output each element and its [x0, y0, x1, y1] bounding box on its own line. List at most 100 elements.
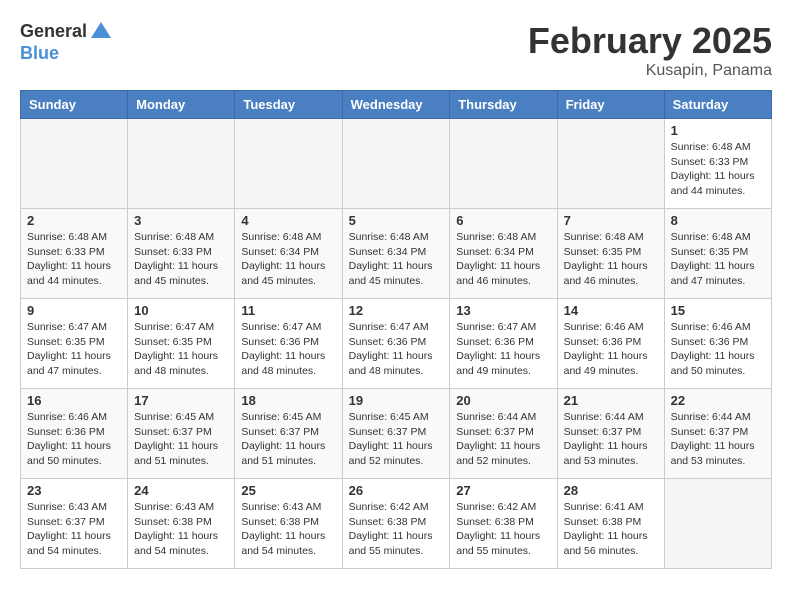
- day-info: Sunrise: 6:44 AM Sunset: 6:37 PM Dayligh…: [564, 410, 658, 469]
- day-info: Sunrise: 6:48 AM Sunset: 6:34 PM Dayligh…: [456, 230, 550, 289]
- calendar-cell: 18Sunrise: 6:45 AM Sunset: 6:37 PM Dayli…: [235, 389, 342, 479]
- day-number: 25: [241, 483, 335, 498]
- calendar-cell: 3 Sunrise: 6:48 AM Sunset: 6:33 PM Daylig…: [128, 209, 235, 299]
- calendar-cell: 23 Sunrise: 6:43 AM Sunset: 6:37 PM Dayli…: [21, 479, 128, 569]
- day-number: 26: [349, 483, 444, 498]
- day-info: Sunrise: 6:42 AM Sunset: 6:38 PM Dayligh…: [349, 500, 444, 559]
- day-number: 16: [27, 393, 121, 408]
- calendar-cell: 4Sunrise: 6:48 AM Sunset: 6:34 PM Daylig…: [235, 209, 342, 299]
- day-info: Sunrise: 6:46 AM Sunset: 6:36 PM Dayligh…: [671, 320, 765, 379]
- calendar-week-row: 23 Sunrise: 6:43 AM Sunset: 6:37 PM Dayli…: [21, 479, 772, 569]
- calendar-cell: [235, 119, 342, 209]
- calendar-subtitle: Kusapin, Panama: [528, 62, 772, 80]
- logo-blue-text: Blue: [20, 44, 113, 64]
- calendar-cell: 10Sunrise: 6:47 AM Sunset: 6:35 PM Dayli…: [128, 299, 235, 389]
- calendar-cell: 22 Sunrise: 6:44 AM Sunset: 6:37 PM Dayli…: [664, 389, 771, 479]
- day-info: Sunrise: 6:45 AM Sunset: 6:37 PM Dayligh…: [241, 410, 335, 469]
- day-info: Sunrise: 6:47 AM Sunset: 6:36 PM Dayligh…: [456, 320, 550, 379]
- calendar-cell: 6 Sunrise: 6:48 AM Sunset: 6:34 PM Daylig…: [450, 209, 557, 299]
- day-number: 5: [349, 213, 444, 228]
- calendar-cell: 12 Sunrise: 6:47 AM Sunset: 6:36 PM Dayli…: [342, 299, 450, 389]
- calendar-cell: 11Sunrise: 6:47 AM Sunset: 6:36 PM Dayli…: [235, 299, 342, 389]
- weekday-header-friday: Friday: [557, 91, 664, 119]
- day-number: 8: [671, 213, 765, 228]
- day-info: Sunrise: 6:45 AM Sunset: 6:37 PM Dayligh…: [134, 410, 228, 469]
- day-info: Sunrise: 6:44 AM Sunset: 6:37 PM Dayligh…: [671, 410, 765, 469]
- day-number: 14: [564, 303, 658, 318]
- calendar-cell: 20Sunrise: 6:44 AM Sunset: 6:37 PM Dayli…: [450, 389, 557, 479]
- day-number: 22: [671, 393, 765, 408]
- day-info: Sunrise: 6:48 AM Sunset: 6:34 PM Dayligh…: [349, 230, 444, 289]
- calendar-week-row: 16 Sunrise: 6:46 AM Sunset: 6:36 PM Dayli…: [21, 389, 772, 479]
- calendar-cell: 16 Sunrise: 6:46 AM Sunset: 6:36 PM Dayli…: [21, 389, 128, 479]
- weekday-header-monday: Monday: [128, 91, 235, 119]
- calendar-cell: 9 Sunrise: 6:47 AM Sunset: 6:35 PM Daylig…: [21, 299, 128, 389]
- calendar-cell: 2 Sunrise: 6:48 AM Sunset: 6:33 PM Daylig…: [21, 209, 128, 299]
- weekday-header-row: SundayMondayTuesdayWednesdayThursdayFrid…: [21, 91, 772, 119]
- title-section: February 2025 Kusapin, Panama: [528, 20, 772, 80]
- calendar-week-row: 9 Sunrise: 6:47 AM Sunset: 6:35 PM Daylig…: [21, 299, 772, 389]
- day-number: 7: [564, 213, 658, 228]
- logo: General Blue: [20, 20, 113, 64]
- calendar-cell: [664, 479, 771, 569]
- day-number: 15: [671, 303, 765, 318]
- calendar-title: February 2025: [528, 20, 772, 62]
- weekday-header-wednesday: Wednesday: [342, 91, 450, 119]
- logo-general-text: General: [20, 22, 87, 42]
- day-info: Sunrise: 6:45 AM Sunset: 6:37 PM Dayligh…: [349, 410, 444, 469]
- day-number: 24: [134, 483, 228, 498]
- calendar-cell: [21, 119, 128, 209]
- day-info: Sunrise: 6:48 AM Sunset: 6:33 PM Dayligh…: [134, 230, 228, 289]
- day-number: 12: [349, 303, 444, 318]
- day-number: 11: [241, 303, 335, 318]
- day-info: Sunrise: 6:46 AM Sunset: 6:36 PM Dayligh…: [564, 320, 658, 379]
- calendar-week-row: 1 Sunrise: 6:48 AM Sunset: 6:33 PM Daylig…: [21, 119, 772, 209]
- day-number: 10: [134, 303, 228, 318]
- day-number: 3: [134, 213, 228, 228]
- calendar-cell: 7 Sunrise: 6:48 AM Sunset: 6:35 PM Daylig…: [557, 209, 664, 299]
- day-number: 17: [134, 393, 228, 408]
- calendar-cell: [128, 119, 235, 209]
- day-info: Sunrise: 6:48 AM Sunset: 6:35 PM Dayligh…: [564, 230, 658, 289]
- weekday-header-thursday: Thursday: [450, 91, 557, 119]
- day-number: 9: [27, 303, 121, 318]
- calendar-cell: 5 Sunrise: 6:48 AM Sunset: 6:34 PM Daylig…: [342, 209, 450, 299]
- day-info: Sunrise: 6:43 AM Sunset: 6:37 PM Dayligh…: [27, 500, 121, 559]
- day-info: Sunrise: 6:48 AM Sunset: 6:33 PM Dayligh…: [671, 140, 765, 199]
- page-header: General Blue February 2025 Kusapin, Pana…: [20, 20, 772, 80]
- day-number: 1: [671, 123, 765, 138]
- day-number: 20: [456, 393, 550, 408]
- day-number: 2: [27, 213, 121, 228]
- day-number: 6: [456, 213, 550, 228]
- day-info: Sunrise: 6:47 AM Sunset: 6:35 PM Dayligh…: [27, 320, 121, 379]
- day-number: 13: [456, 303, 550, 318]
- calendar-cell: 19Sunrise: 6:45 AM Sunset: 6:37 PM Dayli…: [342, 389, 450, 479]
- weekday-header-sunday: Sunday: [21, 91, 128, 119]
- day-info: Sunrise: 6:48 AM Sunset: 6:35 PM Dayligh…: [671, 230, 765, 289]
- day-number: 28: [564, 483, 658, 498]
- calendar-cell: 21 Sunrise: 6:44 AM Sunset: 6:37 PM Dayli…: [557, 389, 664, 479]
- day-info: Sunrise: 6:46 AM Sunset: 6:36 PM Dayligh…: [27, 410, 121, 469]
- calendar-cell: 17 Sunrise: 6:45 AM Sunset: 6:37 PM Dayli…: [128, 389, 235, 479]
- calendar-table: SundayMondayTuesdayWednesdayThursdayFrid…: [20, 90, 772, 569]
- day-info: Sunrise: 6:48 AM Sunset: 6:33 PM Dayligh…: [27, 230, 121, 289]
- day-info: Sunrise: 6:43 AM Sunset: 6:38 PM Dayligh…: [241, 500, 335, 559]
- calendar-cell: 27Sunrise: 6:42 AM Sunset: 6:38 PM Dayli…: [450, 479, 557, 569]
- weekday-header-tuesday: Tuesday: [235, 91, 342, 119]
- calendar-cell: 14 Sunrise: 6:46 AM Sunset: 6:36 PM Dayli…: [557, 299, 664, 389]
- day-number: 23: [27, 483, 121, 498]
- calendar-cell: [342, 119, 450, 209]
- calendar-cell: 13 Sunrise: 6:47 AM Sunset: 6:36 PM Dayli…: [450, 299, 557, 389]
- calendar-cell: 25 Sunrise: 6:43 AM Sunset: 6:38 PM Dayli…: [235, 479, 342, 569]
- day-number: 21: [564, 393, 658, 408]
- weekday-header-saturday: Saturday: [664, 91, 771, 119]
- day-info: Sunrise: 6:42 AM Sunset: 6:38 PM Dayligh…: [456, 500, 550, 559]
- calendar-week-row: 2 Sunrise: 6:48 AM Sunset: 6:33 PM Daylig…: [21, 209, 772, 299]
- calendar-cell: 26 Sunrise: 6:42 AM Sunset: 6:38 PM Dayli…: [342, 479, 450, 569]
- calendar-cell: 24Sunrise: 6:43 AM Sunset: 6:38 PM Dayli…: [128, 479, 235, 569]
- day-info: Sunrise: 6:47 AM Sunset: 6:36 PM Dayligh…: [349, 320, 444, 379]
- day-number: 4: [241, 213, 335, 228]
- calendar-cell: [450, 119, 557, 209]
- calendar-cell: 1 Sunrise: 6:48 AM Sunset: 6:33 PM Daylig…: [664, 119, 771, 209]
- calendar-cell: 15 Sunrise: 6:46 AM Sunset: 6:36 PM Dayli…: [664, 299, 771, 389]
